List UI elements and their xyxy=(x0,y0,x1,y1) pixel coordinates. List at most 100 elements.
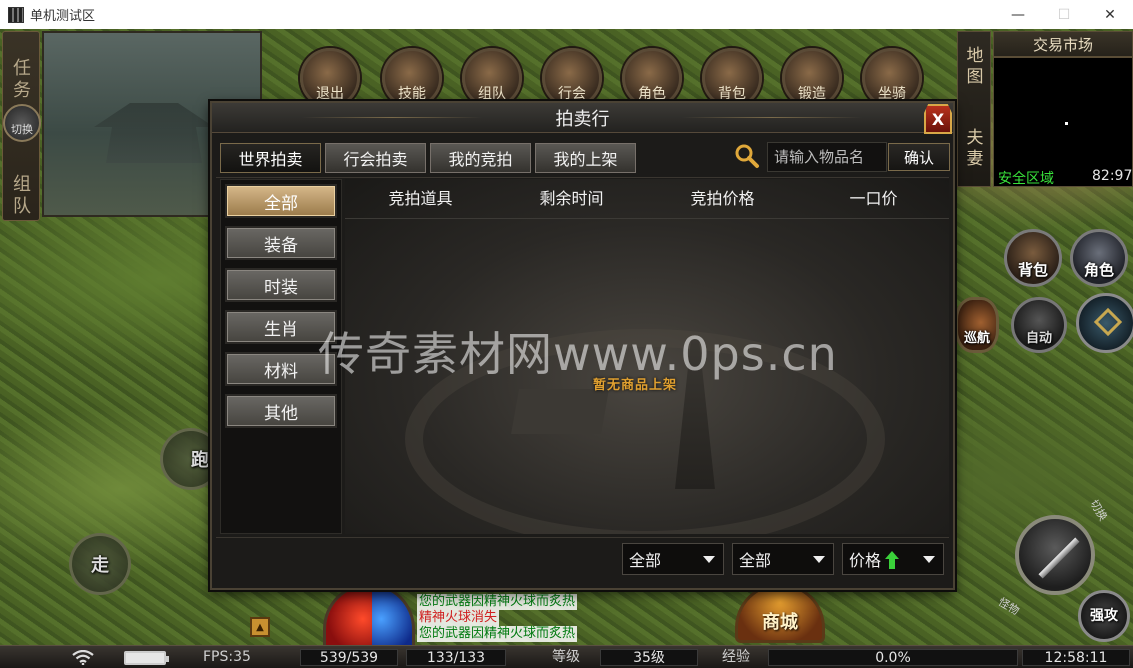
mount-label: 坐骑 xyxy=(878,86,906,102)
strong-attack-button[interactable]: 强攻 xyxy=(1078,590,1130,642)
role-button[interactable]: 角色 xyxy=(1070,229,1128,287)
auto-button[interactable]: 自动 xyxy=(1011,297,1067,353)
battery-icon xyxy=(124,651,169,665)
dropdown-value: 全部 xyxy=(629,551,662,570)
skill-label: 技能 xyxy=(398,86,426,102)
divider xyxy=(345,218,949,219)
tab-quest[interactable]: 任务 xyxy=(9,58,35,102)
pagoda-image xyxy=(94,103,214,163)
walk-label: 走 xyxy=(91,555,109,576)
category-zodiac[interactable]: 生肖 xyxy=(225,310,337,344)
mount-button[interactable]: 坐骑 xyxy=(862,48,922,108)
mp-value: 133/133 xyxy=(406,649,506,666)
character-label: 角色 xyxy=(638,86,666,102)
category-materials[interactable]: 材料 xyxy=(225,352,337,386)
chat-line: 您的武器因精神火球而炙热 xyxy=(417,594,578,610)
navigate-button[interactable]: 巡航 xyxy=(955,297,999,353)
attack-button[interactable] xyxy=(1015,515,1095,595)
level-value: 35级 xyxy=(600,649,698,666)
background-art xyxy=(511,389,609,434)
search-input[interactable] xyxy=(767,142,887,172)
chat-expand-button[interactable]: ▲ xyxy=(250,617,270,637)
tab-my-bids[interactable]: 我的竞拍 xyxy=(430,143,531,173)
exp-bar: 0.0% xyxy=(768,649,1018,666)
diamond-icon xyxy=(1093,307,1123,337)
category-fashion[interactable]: 时装 xyxy=(225,268,337,302)
strong-attack-label: 强攻 xyxy=(1090,608,1118,624)
arrow-up-icon xyxy=(885,551,899,569)
player-dot xyxy=(1065,122,1068,125)
team-label: 组队 xyxy=(478,86,506,102)
empty-message: 暂无商品上架 xyxy=(593,378,678,393)
search-icon[interactable] xyxy=(734,143,760,169)
hp-mp-orb xyxy=(323,583,415,649)
mall-label: 商城 xyxy=(762,612,798,633)
exp-percent: 0.0% xyxy=(875,650,911,666)
exit-button[interactable]: 退出 xyxy=(300,48,360,108)
chevron-down-icon xyxy=(703,556,715,563)
team-button[interactable]: 组队 xyxy=(462,48,522,108)
close-window-button[interactable]: ✕ xyxy=(1087,0,1133,29)
trade-market-button[interactable]: 交易市场 xyxy=(993,31,1133,57)
hp-orb xyxy=(326,586,372,649)
role-label: 角色 xyxy=(1083,261,1114,279)
column-header-item[interactable]: 竞拍道具 xyxy=(345,185,496,209)
category-equipment[interactable]: 装备 xyxy=(225,226,337,260)
navigate-label: 巡航 xyxy=(963,331,990,346)
close-icon[interactable]: X xyxy=(924,104,952,134)
tab-map[interactable]: 地图 xyxy=(964,46,986,88)
dialog-titlebar: 拍卖行 xyxy=(212,103,953,133)
column-header-bid-price[interactable]: 竞拍价格 xyxy=(647,185,798,209)
tab-world-auction[interactable]: 世界拍卖 xyxy=(220,143,321,173)
switch-button[interactable]: 切换 xyxy=(3,104,41,142)
guild-button[interactable]: 行会 xyxy=(542,48,602,108)
forge-button[interactable]: 锻造 xyxy=(782,48,842,108)
bag-top-label: 背包 xyxy=(718,86,746,102)
dialog-title: 拍卖行 xyxy=(555,108,610,130)
auction-dialog: 拍卖行 X 世界拍卖 行会拍卖 我的竞拍 我的上架 确认 全部 装备 时装 生肖… xyxy=(210,101,955,590)
divider xyxy=(216,177,949,178)
fps-readout: FPS:35 xyxy=(203,649,251,665)
left-quest-panel: 任务 切换 组队 xyxy=(2,31,41,221)
tab-my-listings[interactable]: 我的上架 xyxy=(535,143,636,173)
safe-zone-label: 安全区域 xyxy=(998,171,1054,187)
hp-value: 539/539 xyxy=(300,649,398,666)
dropdown-value: 价格 xyxy=(849,551,882,570)
category-all[interactable]: 全部 xyxy=(225,184,337,218)
window-title: 单机测试区 xyxy=(30,9,96,24)
chevron-down-icon xyxy=(923,556,935,563)
bag-top-button[interactable]: 背包 xyxy=(702,48,762,108)
title-ornament xyxy=(682,117,862,118)
skill-button[interactable]: 技能 xyxy=(382,48,442,108)
switch-label: 切换 xyxy=(11,123,33,136)
category-other[interactable]: 其他 xyxy=(225,394,337,428)
exit-label: 退出 xyxy=(316,86,344,102)
tab-team[interactable]: 组队 xyxy=(9,174,35,218)
filter-dropdown-1[interactable]: 全部 xyxy=(622,543,724,575)
column-header-time-left[interactable]: 剩余时间 xyxy=(496,185,647,209)
dropdown-value: 全部 xyxy=(739,551,772,570)
level-label: 等级 xyxy=(552,649,580,665)
column-header-buyout[interactable]: 一口价 xyxy=(798,185,949,209)
character-button[interactable]: 角色 xyxy=(622,48,682,108)
filter-dropdown-2[interactable]: 全部 xyxy=(732,543,834,575)
bag-button[interactable]: 背包 xyxy=(1004,229,1062,287)
sort-price-dropdown[interactable]: 价格 xyxy=(842,543,944,575)
walk-button[interactable]: 走 xyxy=(69,533,131,595)
window-controls: — ☐ ✕ xyxy=(995,0,1133,29)
tab-spouse[interactable]: 夫妻 xyxy=(964,128,986,170)
minimize-button[interactable]: — xyxy=(995,0,1041,29)
tab-guild-auction[interactable]: 行会拍卖 xyxy=(325,143,426,173)
exp-label: 经验 xyxy=(722,649,750,665)
divider xyxy=(216,537,949,538)
chat-line: 您的武器因精神火球而炙热 xyxy=(417,626,578,642)
background-art xyxy=(405,329,885,534)
maximize-button: ☐ xyxy=(1057,6,1071,23)
map-tabs: 地图 夫妻 xyxy=(957,31,991,187)
auto-label: 自动 xyxy=(1025,331,1052,346)
chevron-down-icon xyxy=(813,556,825,563)
auction-list[interactable]: 竞拍道具 剩余时间 竞拍价格 一口价 暂无商品上架 xyxy=(345,179,949,534)
skill-slot-button[interactable] xyxy=(1076,293,1133,353)
coordinates: 82:97 xyxy=(1092,168,1133,184)
confirm-button[interactable]: 确认 xyxy=(888,143,950,171)
